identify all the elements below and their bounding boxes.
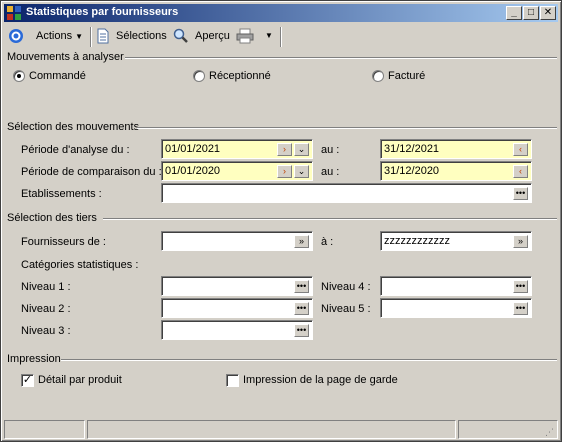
selection-mouvements-section-label: Sélection des mouvements xyxy=(7,121,140,133)
radio-facture-label: Facturé xyxy=(388,70,426,82)
detail-produit-label: Détail par produit xyxy=(38,374,122,386)
title-bar[interactable]: Statistiques par fournisseurs _ □ ✕ xyxy=(4,4,558,22)
niveau3-field[interactable]: ••• xyxy=(161,320,313,340)
periode-comparaison-from-field[interactable]: 01/01/2020 › ⌄ xyxy=(161,161,313,181)
niveau2-label: Niveau 2 : xyxy=(21,303,71,315)
document-icon xyxy=(97,28,109,44)
calendar-prev-icon[interactable]: ‹ xyxy=(513,165,528,178)
niveau4-label: Niveau 4 : xyxy=(321,281,371,293)
selections-label: Sélections xyxy=(116,30,167,42)
window-title: Statistiques par fournisseurs xyxy=(26,6,179,18)
minimize-button[interactable]: _ xyxy=(506,6,522,20)
main-window: Statistiques par fournisseurs _ □ ✕ Acti… xyxy=(0,0,562,442)
fournisseurs-from-field[interactable]: » xyxy=(161,231,313,251)
page-garde-label: Impression de la page de garde xyxy=(243,374,398,386)
niveau5-label: Niveau 5 : xyxy=(321,303,371,315)
ellipsis-icon[interactable]: ••• xyxy=(513,187,528,200)
categories-label: Catégories statistiques : xyxy=(21,259,139,271)
toolbar: Actions ▼ Sélections Aperçu ▼ xyxy=(4,24,558,48)
niveau3-label: Niveau 3 : xyxy=(21,325,71,337)
ellipsis-icon[interactable]: ••• xyxy=(294,280,309,293)
niveau2-field[interactable]: ••• xyxy=(161,298,313,318)
maximize-button[interactable]: □ xyxy=(523,6,539,20)
caret-down-icon: ▼ xyxy=(75,32,84,41)
status-panel xyxy=(458,420,558,439)
periode-analyse-to-field[interactable]: 31/12/2021 ‹ xyxy=(380,139,532,159)
radio-commande[interactable] xyxy=(13,70,25,82)
section-divider xyxy=(103,218,557,220)
status-panel xyxy=(4,420,85,439)
fournisseurs-label: Fournisseurs de : xyxy=(21,236,106,248)
resize-grip-icon[interactable]: ⋰ xyxy=(545,426,557,438)
periode-comparaison-to-value: 31/12/2020 xyxy=(384,165,440,177)
impression-section-label: Impression xyxy=(7,353,61,365)
caret-down-icon: ▼ xyxy=(265,31,273,40)
target-icon[interactable] xyxy=(8,28,24,44)
double-chevron-down-icon[interactable]: » xyxy=(294,235,309,248)
detail-produit-checkbox[interactable]: ✓ xyxy=(21,374,34,387)
status-panel xyxy=(87,420,456,439)
apercu-label: Aperçu xyxy=(195,30,230,42)
periode-comparaison-to-field[interactable]: 31/12/2020 ‹ xyxy=(380,161,532,181)
etablissements-field[interactable]: ••• xyxy=(161,183,532,203)
niveau1-field[interactable]: ••• xyxy=(161,276,313,296)
calendar-next-icon[interactable]: › xyxy=(277,165,292,178)
calendar-prev-icon[interactable]: ‹ xyxy=(513,143,528,156)
radio-commande-label: Commandé xyxy=(29,70,86,82)
selection-tiers-section-label: Sélection des tiers xyxy=(7,212,97,224)
calendar-next-icon[interactable]: › xyxy=(277,143,292,156)
actions-label: Actions xyxy=(36,30,73,42)
printer-icon xyxy=(236,28,254,44)
section-divider xyxy=(61,359,557,361)
periode-analyse-from-value: 01/01/2021 xyxy=(165,143,221,155)
section-divider xyxy=(125,57,557,59)
niveau4-field[interactable]: ••• xyxy=(380,276,532,296)
chevron-down-icon[interactable]: ⌄ xyxy=(294,143,309,156)
periode-analyse-from-field[interactable]: 01/01/2021 › ⌄ xyxy=(161,139,313,159)
ellipsis-icon[interactable]: ••• xyxy=(294,302,309,315)
double-chevron-down-icon[interactable]: » xyxy=(513,235,528,248)
fournisseurs-a-label: à : xyxy=(321,236,334,248)
toolbar-separator xyxy=(280,27,282,47)
ellipsis-icon[interactable]: ••• xyxy=(513,280,528,293)
apercu-button[interactable]: Aperçu xyxy=(173,28,230,44)
periode-comparaison-au-label: au : xyxy=(321,166,340,178)
actions-menu[interactable]: Actions ▼ xyxy=(36,28,83,44)
periode-comparaison-from-value: 01/01/2020 xyxy=(165,165,221,177)
periode-analyse-label: Période d'analyse du : xyxy=(21,144,130,156)
fournisseurs-to-field[interactable]: zzzzzzzzzzzz » xyxy=(380,231,532,251)
periode-analyse-au-label: au : xyxy=(321,144,340,156)
magnifier-icon xyxy=(173,28,188,43)
radio-receptionne-label: Réceptionné xyxy=(209,70,271,82)
etablissements-label: Etablissements : xyxy=(21,188,102,200)
radio-receptionne[interactable] xyxy=(193,70,205,82)
close-button[interactable]: ✕ xyxy=(540,6,556,20)
niveau1-label: Niveau 1 : xyxy=(21,281,71,293)
niveau5-field[interactable]: ••• xyxy=(380,298,532,318)
periode-comparaison-label: Période de comparaison du : xyxy=(21,166,162,178)
toolbar-separator xyxy=(90,27,92,47)
page-garde-checkbox[interactable] xyxy=(226,374,239,387)
print-button[interactable]: ▼ xyxy=(236,28,276,44)
chevron-down-icon[interactable]: ⌄ xyxy=(294,165,309,178)
mouvements-section-label: Mouvements à analyser xyxy=(7,51,124,63)
section-divider xyxy=(137,127,557,129)
fournisseurs-to-value: zzzzzzzzzzzz xyxy=(384,235,450,247)
selections-button[interactable]: Sélections xyxy=(96,28,167,44)
ellipsis-icon[interactable]: ••• xyxy=(294,324,309,337)
radio-facture[interactable] xyxy=(372,70,384,82)
ellipsis-icon[interactable]: ••• xyxy=(513,302,528,315)
periode-analyse-to-value: 31/12/2021 xyxy=(384,143,440,155)
app-icon xyxy=(7,6,21,20)
status-bar: ⋰ xyxy=(4,420,558,439)
